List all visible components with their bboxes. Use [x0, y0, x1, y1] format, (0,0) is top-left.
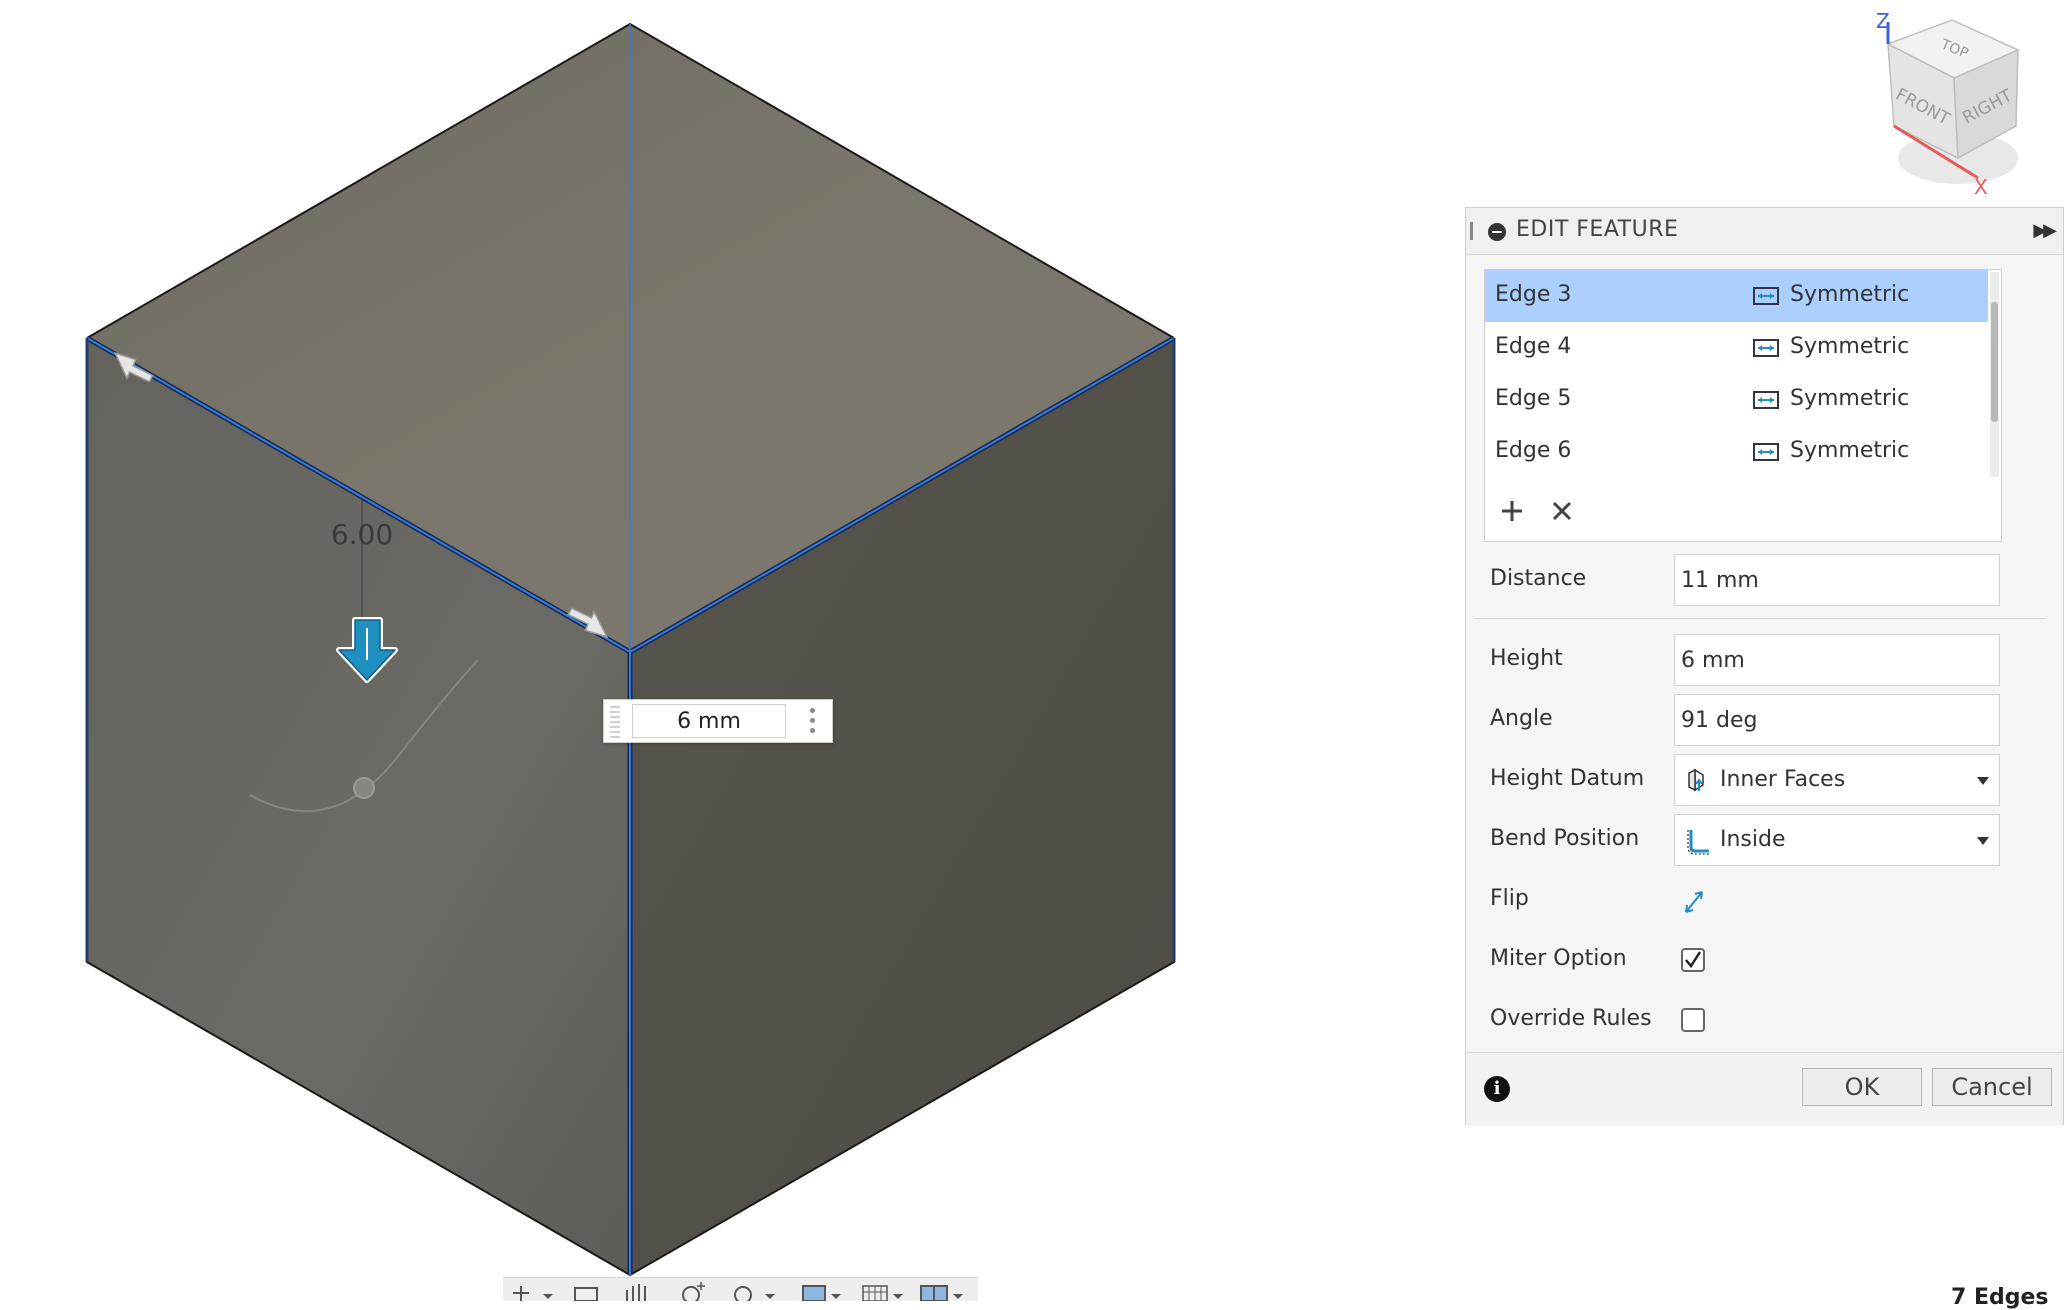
chevron-down-icon: [1977, 777, 1989, 785]
flip-icon[interactable]: [1680, 886, 1708, 918]
angle-label: Angle: [1490, 706, 1553, 731]
panel-title: EDIT FEATURE: [1516, 217, 1679, 242]
viewcube-z-label: Z: [1876, 9, 1890, 33]
check-icon: [1685, 951, 1702, 969]
zoom-icon[interactable]: [682, 1282, 705, 1301]
info-icon[interactable]: i: [1484, 1076, 1510, 1102]
drag-grip-icon[interactable]: [610, 706, 620, 738]
flip-label: Flip: [1490, 886, 1529, 911]
navigation-toolbar: [503, 1277, 978, 1301]
panel-header[interactable]: EDIT FEATURE ▶▶: [1466, 208, 2063, 255]
edge-type[interactable]: Symmetric: [1790, 334, 1909, 359]
bend-position-select[interactable]: Inside: [1674, 814, 2000, 866]
chevron-down-icon: [1977, 837, 1989, 845]
distance-field[interactable]: [1674, 554, 2000, 606]
dimension-input[interactable]: [632, 704, 786, 738]
selection-status: 7 Edges: [1951, 1285, 2049, 1310]
dimension-input-box: [603, 699, 833, 743]
height-datum-select[interactable]: Inner Faces: [1674, 754, 2000, 806]
override-rules-label: Override Rules: [1490, 1006, 1652, 1031]
bend-position-label: Bend Position: [1490, 826, 1640, 851]
edge-row[interactable]: Edge 6 Symmetric: [1485, 426, 1988, 478]
edge-name: Edge 6: [1495, 438, 1572, 463]
remove-icon[interactable]: [1551, 500, 1573, 522]
angle-field[interactable]: [1674, 694, 2000, 746]
panel-drag-bar[interactable]: [1470, 222, 1473, 240]
symmetric-icon[interactable]: [1753, 390, 1779, 410]
distance-label: Distance: [1490, 566, 1587, 591]
edge-type[interactable]: Symmetric: [1790, 438, 1909, 463]
ok-button[interactable]: OK: [1802, 1068, 1922, 1106]
height-datum-label: Height Datum: [1490, 766, 1645, 791]
grid-icon[interactable]: [862, 1285, 903, 1301]
miter-option-checkbox[interactable]: [1681, 948, 1705, 972]
bend-position-value: Inside: [1720, 827, 1786, 852]
dimension-label: 6.00: [331, 518, 393, 551]
edge-type[interactable]: Symmetric: [1790, 386, 1909, 411]
height-label: Height: [1490, 646, 1563, 671]
edge-list-scrollbar[interactable]: [1990, 272, 1999, 477]
miter-option-label: Miter Option: [1490, 946, 1627, 971]
edge-name: Edge 3: [1495, 282, 1572, 307]
edge-row[interactable]: Edge 3 Symmetric: [1485, 270, 1988, 322]
cancel-button[interactable]: Cancel: [1932, 1068, 2052, 1106]
more-options-icon[interactable]: [810, 708, 816, 736]
edge-name: Edge 5: [1495, 386, 1572, 411]
viewcube-x-label: X: [1974, 175, 1988, 199]
height-field[interactable]: [1674, 634, 2000, 686]
viewcube[interactable]: TOP FRONT RIGHT Z X: [1858, 8, 2038, 208]
display-settings-icon[interactable]: [802, 1285, 841, 1301]
viewports-icon[interactable]: [920, 1285, 963, 1301]
edge-list: Edge 3 Symmetric Edge 4 Symmetric Edge 5…: [1484, 269, 2002, 542]
edge-row[interactable]: Edge 5 Symmetric: [1485, 374, 1988, 426]
panel-footer: i OK Cancel: [1466, 1052, 2063, 1126]
edge-type[interactable]: Symmetric: [1790, 282, 1909, 307]
expand-panel-icon[interactable]: ▶▶: [2033, 220, 2057, 241]
symmetric-icon[interactable]: [1753, 286, 1779, 306]
inner-faces-icon: [1688, 768, 1704, 792]
edge-name: Edge 4: [1495, 334, 1572, 359]
look-at-icon[interactable]: [574, 1287, 598, 1301]
collapse-icon[interactable]: [1488, 223, 1506, 241]
divider: [1474, 618, 2046, 619]
edge-row[interactable]: Edge 4 Symmetric: [1485, 322, 1988, 374]
symmetric-icon[interactable]: [1753, 442, 1779, 462]
angle-handle-icon[interactable]: [353, 777, 375, 799]
override-rules-checkbox[interactable]: [1681, 1008, 1705, 1032]
add-icon[interactable]: [1499, 498, 1525, 524]
orbit-icon[interactable]: [513, 1286, 553, 1301]
bend-inside-icon: [1687, 830, 1709, 855]
symmetric-icon[interactable]: [1753, 338, 1779, 358]
pan-icon[interactable]: [626, 1284, 646, 1301]
edit-feature-panel: EDIT FEATURE ▶▶ Edge 3 Symmetric Edge 4 …: [1465, 207, 2064, 1126]
fit-icon[interactable]: [734, 1286, 775, 1301]
height-datum-value: Inner Faces: [1720, 767, 1846, 792]
